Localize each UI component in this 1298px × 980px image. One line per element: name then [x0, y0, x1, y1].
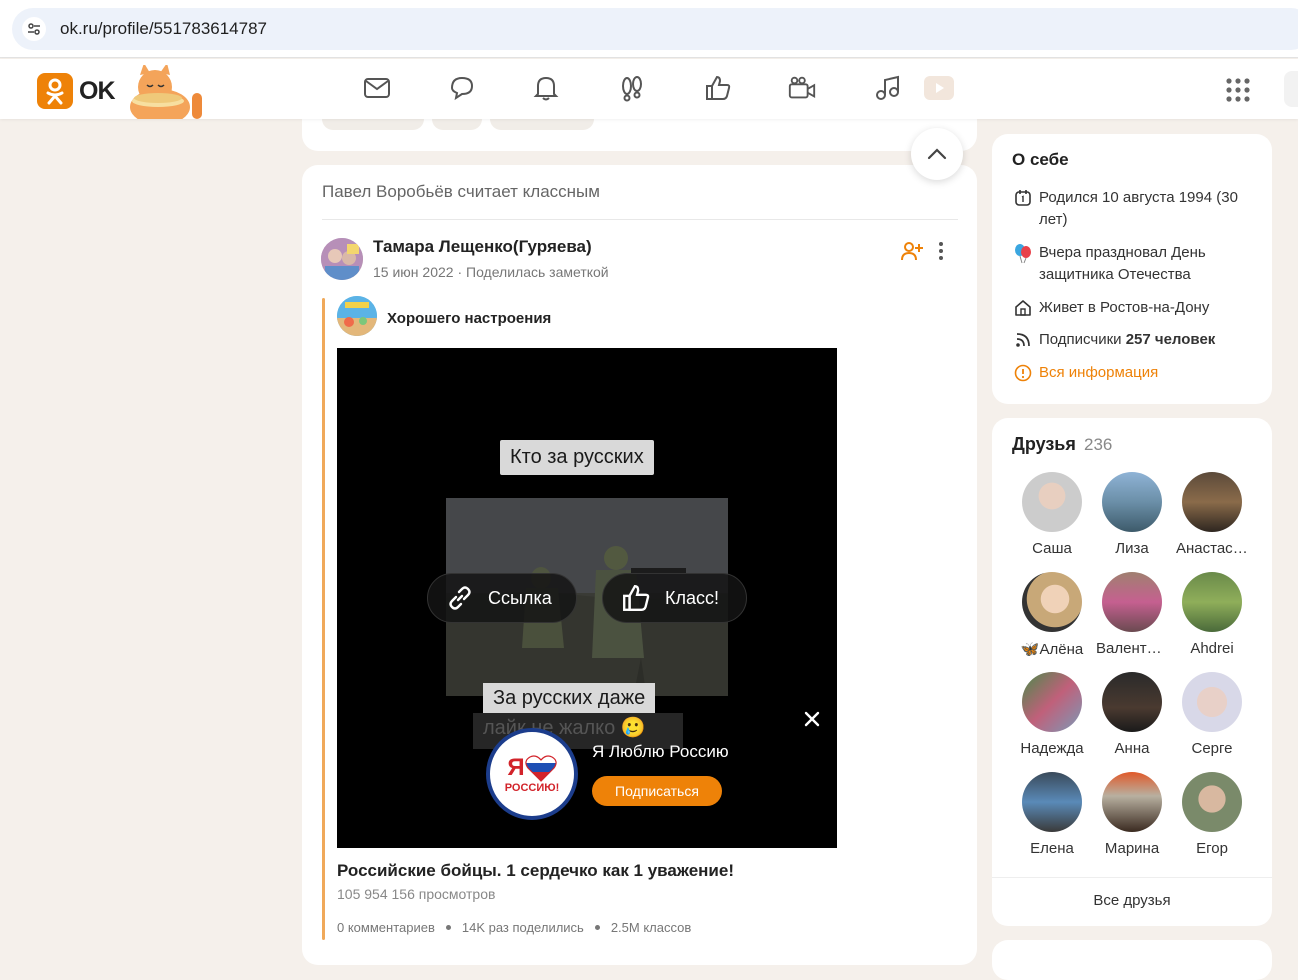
- music-icon[interactable]: [872, 73, 902, 103]
- promo-channel-title[interactable]: Я Люблю Россию: [592, 742, 729, 762]
- divider: [322, 219, 958, 220]
- holiday-row: Вчера праздновал День защитника Отечеств…: [1012, 242, 1252, 286]
- more-options-icon[interactable]: [932, 240, 950, 262]
- author-avatar[interactable]: [321, 238, 363, 280]
- friend-avatar: [1182, 572, 1242, 632]
- comments-count[interactable]: 0 комментариев: [337, 920, 435, 935]
- share-link-button[interactable]: Ссылка: [427, 573, 577, 623]
- birth-row: Родился 10 августа 1994 (30 лет): [1012, 187, 1252, 231]
- all-friends-link[interactable]: Все друзья: [992, 892, 1272, 909]
- post-meta: 15 июн 2022 · Поделилась заметкой: [373, 264, 609, 280]
- close-icon[interactable]: [801, 708, 823, 730]
- friend-item[interactable]: Марина: [1092, 772, 1172, 857]
- chevron-up-icon: [927, 148, 947, 160]
- heart-flag-icon: [524, 755, 557, 782]
- post-stats: 0 комментариев 14K раз поделились 2.5M к…: [337, 920, 691, 935]
- friend-item[interactable]: Егор: [1172, 772, 1252, 857]
- friends-card: Друзья 236 Саша Лиза Анастасия 🦋Алёна Ва…: [992, 418, 1272, 926]
- browser-toolbar: ok.ru/profile/551783614787: [0, 0, 1298, 58]
- chat-icon[interactable]: [447, 73, 477, 103]
- all-info-link[interactable]: Вся информация: [1012, 362, 1252, 384]
- shares-count[interactable]: 14K раз поделились: [462, 920, 584, 935]
- followers-count: 257 человек: [1125, 331, 1216, 348]
- post-card: Павел Воробьёв считает классным Тамара Л…: [302, 165, 977, 965]
- promo-logo-text: РОССИЮ!: [504, 782, 560, 794]
- friends-title[interactable]: Друзья: [1012, 434, 1076, 455]
- bell-icon[interactable]: [531, 73, 561, 103]
- friends-count: 236: [1084, 435, 1113, 454]
- address-bar[interactable]: ok.ru/profile/551783614787: [12, 8, 1298, 50]
- friend-avatar: [1022, 772, 1082, 832]
- likes-count[interactable]: 2.5M классов: [611, 920, 691, 935]
- followers-row[interactable]: Подписчики 257 человек: [1012, 329, 1252, 351]
- mail-icon[interactable]: [362, 73, 392, 103]
- subscribe-button[interactable]: Подписаться: [592, 776, 722, 806]
- liked-by-text: Павел Воробьёв считает классным: [322, 182, 600, 201]
- friend-avatar: [1022, 472, 1082, 532]
- post-date[interactable]: 15 июн 2022: [373, 264, 454, 280]
- friend-avatar: [1102, 472, 1162, 532]
- group-avatar[interactable]: [337, 296, 377, 336]
- friend-avatar: [1182, 472, 1242, 532]
- author-name[interactable]: Тамара Лещенко(Гуряева): [373, 237, 592, 257]
- friend-item[interactable]: Серге: [1172, 672, 1252, 757]
- share-link-label: Ссылка: [488, 587, 552, 608]
- friend-item[interactable]: Ahdrei: [1172, 572, 1252, 657]
- user-menu-button[interactable]: [1284, 71, 1298, 107]
- friend-item[interactable]: Валентина: [1092, 572, 1172, 657]
- mascot-cat-icon: [130, 65, 202, 119]
- video-caption: За русских даже: [483, 683, 656, 714]
- add-friend-icon[interactable]: [900, 240, 924, 262]
- calendar-icon: [1012, 187, 1034, 209]
- rss-icon: [1012, 329, 1034, 351]
- video-camera-icon[interactable]: [787, 73, 817, 103]
- link-icon: [449, 586, 471, 610]
- friend-avatar: [1022, 572, 1082, 632]
- about-title: О себе: [1012, 150, 1069, 169]
- friend-item[interactable]: Елена: [1012, 772, 1092, 857]
- friend-item[interactable]: Саша: [1012, 472, 1092, 557]
- promo-logo-letter: Я: [507, 754, 525, 781]
- like-icon[interactable]: [703, 73, 733, 103]
- friend-avatar: [1182, 772, 1242, 832]
- video-player[interactable]: Кто за русских За русских даже лайк не ж…: [337, 348, 837, 848]
- friend-item[interactable]: Анастасия: [1172, 472, 1252, 557]
- friend-avatar: [1182, 672, 1242, 732]
- friend-avatar: [1102, 572, 1162, 632]
- ok-logo-icon[interactable]: [37, 73, 73, 109]
- friend-avatar: [1102, 772, 1162, 832]
- location-row: Живет в Ростов-на-Дону: [1012, 297, 1252, 319]
- friend-item[interactable]: Надежда: [1012, 672, 1092, 757]
- video-like-button[interactable]: Класс!: [602, 573, 747, 623]
- info-icon: [1012, 362, 1034, 384]
- friend-item[interactable]: Анна: [1092, 672, 1172, 757]
- home-icon: [1012, 297, 1034, 319]
- apps-grid-icon[interactable]: [1224, 76, 1252, 104]
- next-sidebar-card: [992, 940, 1272, 980]
- divider: [992, 877, 1272, 878]
- group-name[interactable]: Хорошего настроения: [387, 310, 551, 327]
- url-text[interactable]: ok.ru/profile/551783614787: [60, 19, 267, 39]
- logo-text[interactable]: OK: [79, 77, 115, 106]
- friend-item[interactable]: 🦋Алёна: [1012, 572, 1092, 658]
- friend-item[interactable]: Лиза: [1092, 472, 1172, 557]
- site-settings-icon[interactable]: [22, 17, 46, 41]
- guests-icon[interactable]: [617, 73, 647, 103]
- video-title[interactable]: Российские бойцы. 1 сердечко как 1 уваже…: [337, 861, 734, 881]
- shared-note-bar: [322, 298, 325, 940]
- promo-channel-logo[interactable]: Я РОССИЮ!: [486, 728, 578, 820]
- view-count: 105 954 156 просмотров: [337, 886, 496, 902]
- post-action: Поделилась заметкой: [466, 264, 609, 280]
- balloons-icon: [1012, 242, 1034, 264]
- thumbs-up-icon: [623, 585, 650, 611]
- video-caption: Кто за русских: [500, 440, 654, 475]
- video-like-label: Класс!: [665, 587, 719, 608]
- scroll-to-top-button[interactable]: [911, 128, 963, 180]
- friend-avatar: [1022, 672, 1082, 732]
- about-card: О себе Родился 10 августа 1994 (30 лет) …: [992, 134, 1272, 404]
- friend-avatar: [1102, 672, 1162, 732]
- site-header: OK: [0, 59, 1298, 119]
- play-icon[interactable]: [922, 73, 956, 103]
